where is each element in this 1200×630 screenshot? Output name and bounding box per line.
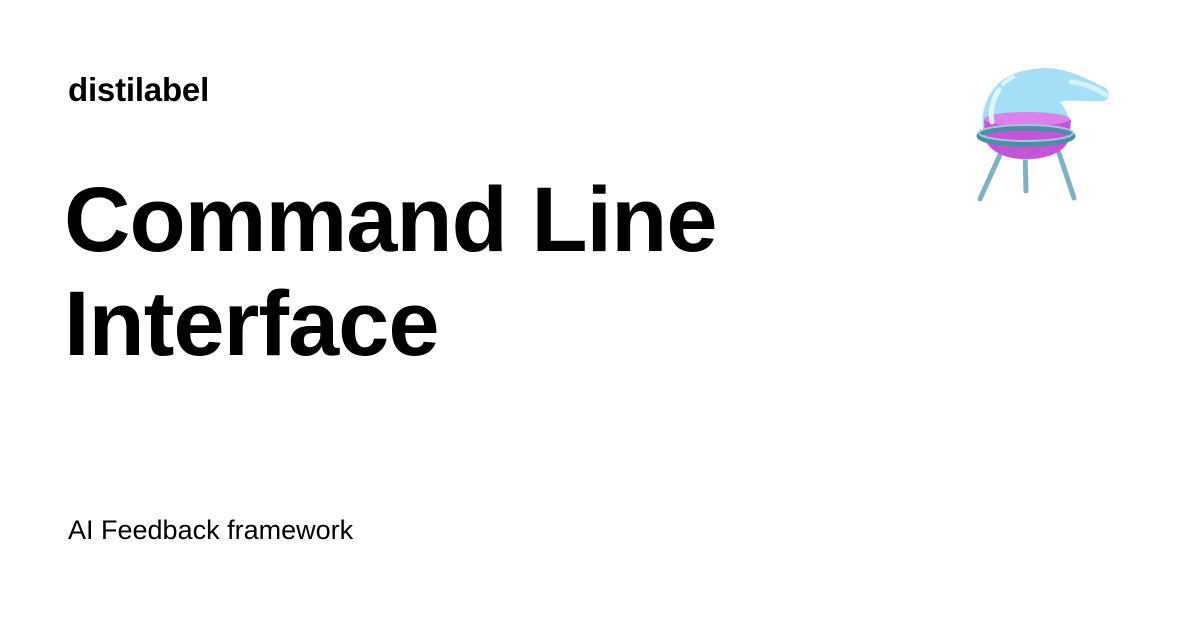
site-name: distilabel bbox=[68, 71, 210, 108]
page-title-line-1: Command Line bbox=[64, 169, 717, 271]
social-card: distilabel Command Line Interface AI Fee… bbox=[0, 0, 1200, 630]
flask-icon bbox=[968, 56, 1118, 206]
tagline: AI Feedback framework bbox=[68, 515, 354, 545]
page-title: Command Line Interface bbox=[64, 168, 884, 376]
page-title-line-2: Interface bbox=[64, 273, 440, 375]
